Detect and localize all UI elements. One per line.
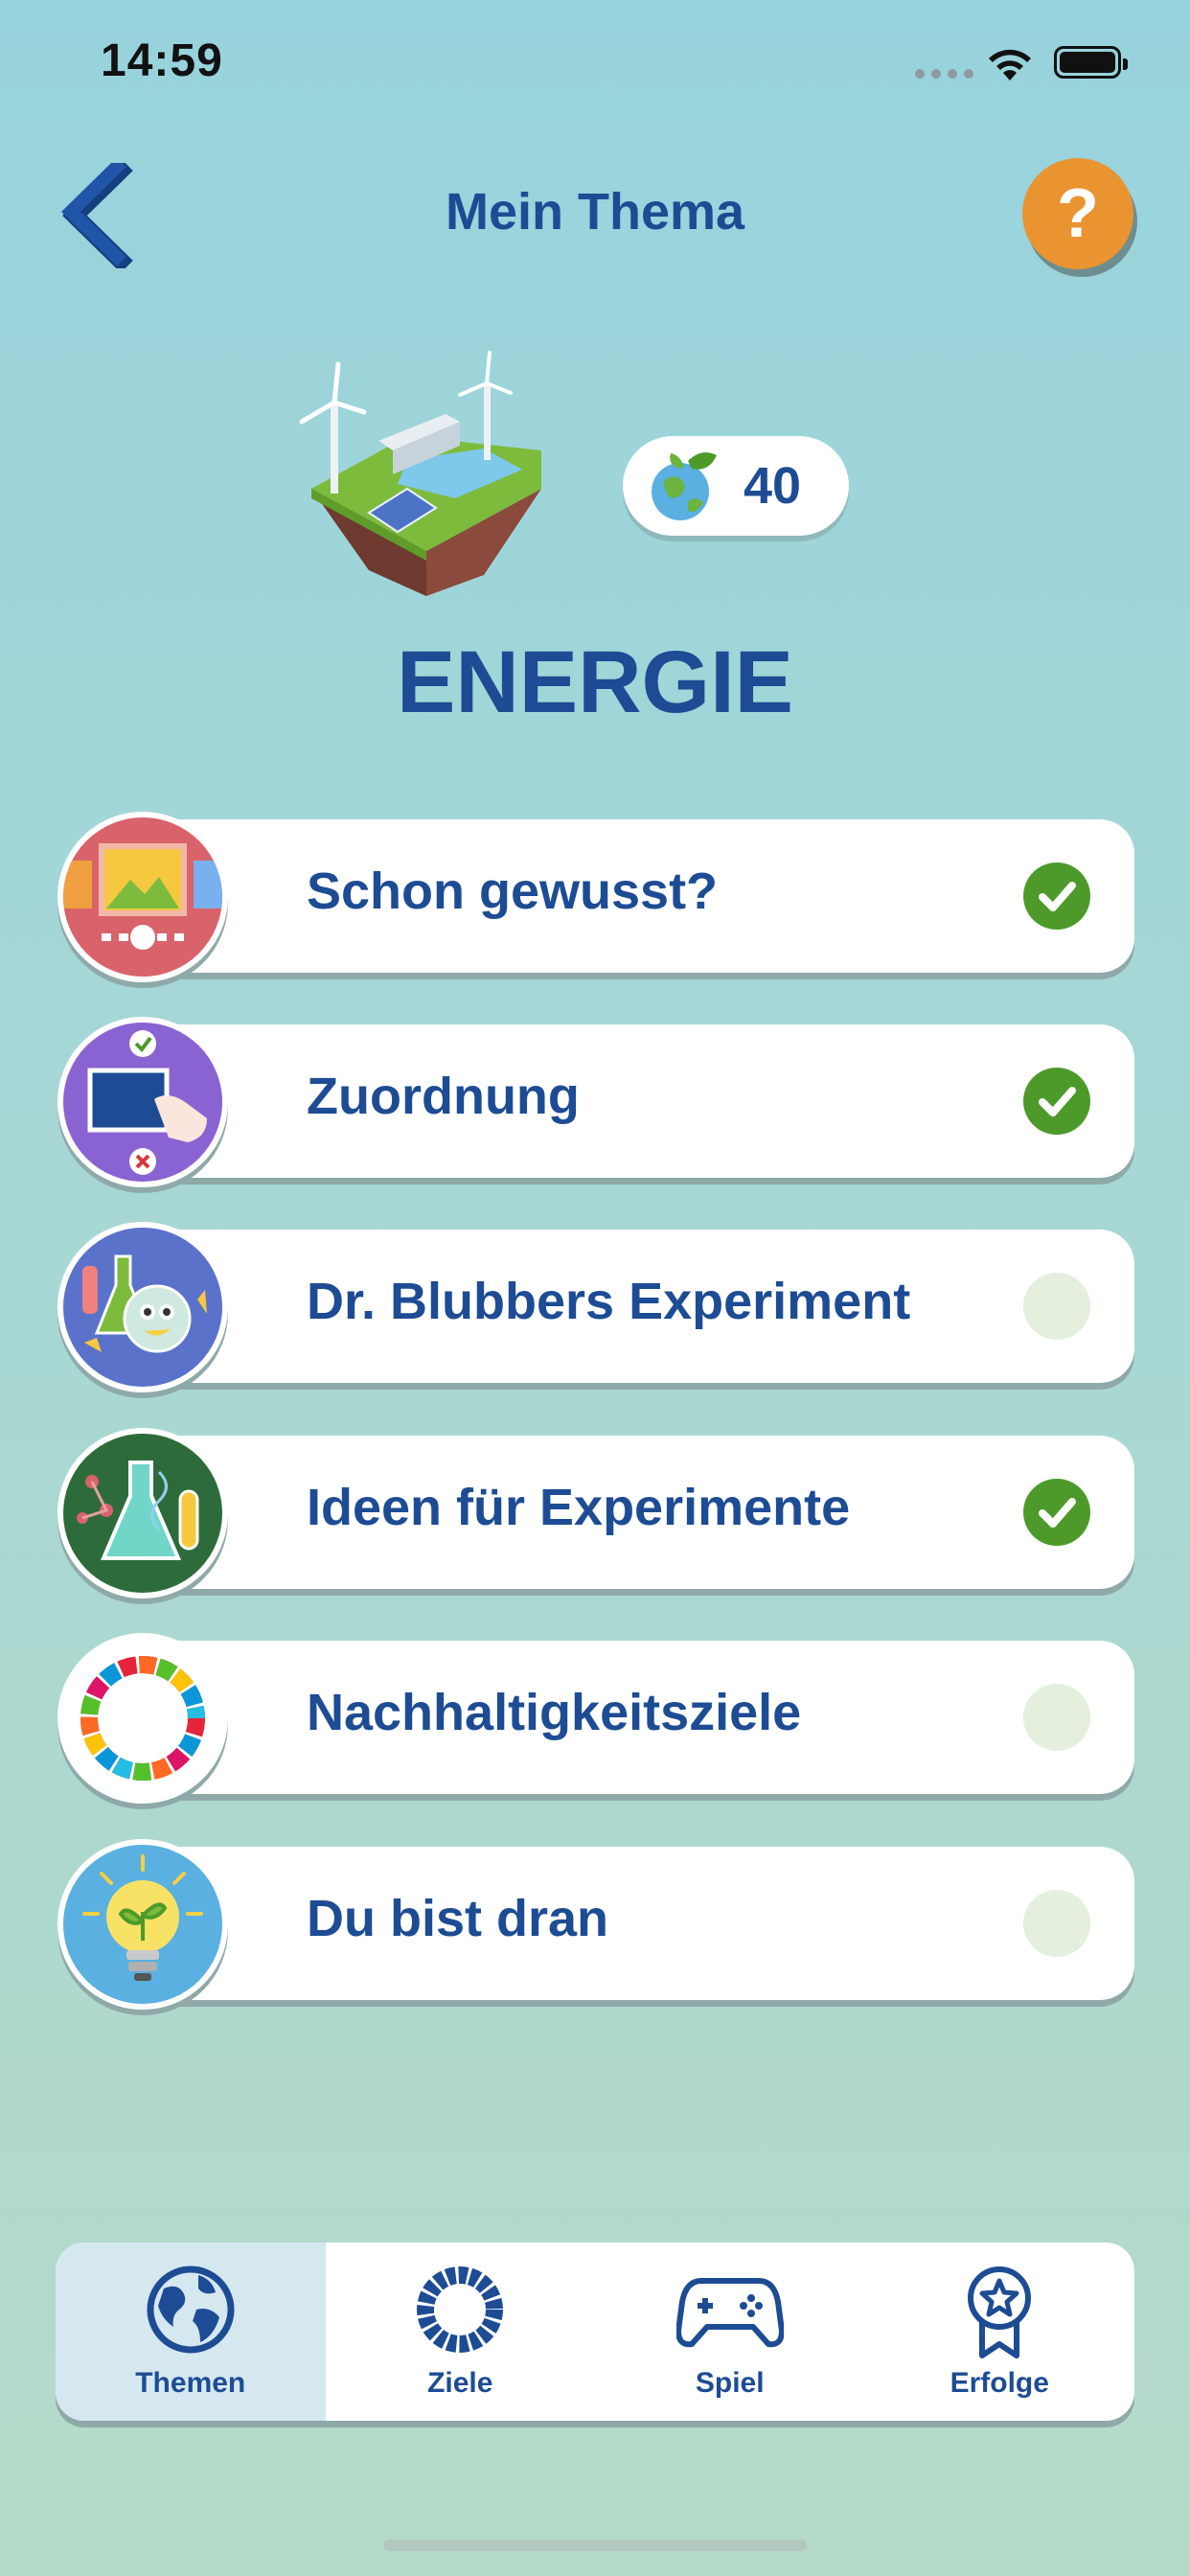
completed-check-icon xyxy=(1023,1068,1090,1135)
help-label: ? xyxy=(1057,175,1099,252)
sdg-wheel-icon xyxy=(57,1633,228,1804)
activity-zuordnung[interactable]: Zuordnung xyxy=(57,1017,1134,1189)
bottom-tab-bar: Themen Ziele Spiel Erfolge xyxy=(56,2242,1134,2421)
activity-card[interactable]: Nachhaltigkeitsziele xyxy=(144,1641,1134,1794)
tab-label: Erfolge xyxy=(950,2367,1049,2399)
matching-drag-icon xyxy=(57,1017,228,1187)
signal-icon xyxy=(915,69,973,79)
lightbulb-plant-icon xyxy=(57,1839,228,2010)
slideshow-icon xyxy=(57,812,228,982)
activity-nachhaltigkeitsziele[interactable]: Nachhaltigkeitsziele xyxy=(57,1633,1134,1806)
tab-label: Spiel xyxy=(695,2367,765,2399)
activity-label: Ideen für Experimente xyxy=(307,1479,851,1536)
activity-label: Zuordnung xyxy=(307,1068,580,1125)
battery-icon xyxy=(1054,46,1128,79)
tab-label: Ziele xyxy=(427,2367,493,2399)
activity-card[interactable]: Schon gewusst? xyxy=(144,819,1134,973)
completed-check-icon xyxy=(1023,1479,1090,1546)
flask-dna-icon xyxy=(57,1428,228,1598)
activity-ideen-fuer-experimente[interactable]: Ideen für Experimente xyxy=(57,1428,1134,1600)
completed-check-icon xyxy=(1023,862,1090,930)
activity-label: Schon gewusst? xyxy=(307,862,719,920)
tab-ziele[interactable]: Ziele xyxy=(326,2242,596,2421)
score-badge: 40 xyxy=(623,436,849,536)
activity-card[interactable]: Dr. Blubbers Experiment xyxy=(144,1230,1134,1383)
wifi-icon xyxy=(989,49,1031,80)
award-icon xyxy=(968,2266,1032,2358)
activity-card[interactable]: Du bist dran xyxy=(144,1847,1134,2000)
activity-du-bist-dran[interactable]: Du bist dran xyxy=(57,1839,1134,2012)
pending-status-icon xyxy=(1023,1890,1090,1957)
status-bar: 14:59 xyxy=(0,0,1190,125)
tab-erfolge[interactable]: Erfolge xyxy=(865,2242,1135,2421)
pending-status-icon xyxy=(1023,1273,1090,1340)
activity-label: Dr. Blubbers Experiment xyxy=(307,1273,911,1330)
pending-status-icon xyxy=(1023,1684,1090,1751)
tab-themen[interactable]: Themen xyxy=(56,2242,326,2421)
energy-island-illustration xyxy=(299,351,541,596)
status-time: 14:59 xyxy=(101,35,223,86)
score-value: 40 xyxy=(744,457,802,515)
activity-card[interactable]: Zuordnung xyxy=(144,1024,1134,1178)
activity-dr-blubbers-experiment[interactable]: Dr. Blubbers Experiment xyxy=(57,1222,1134,1394)
tab-label: Themen xyxy=(135,2367,246,2399)
topic-title: ENERGIE xyxy=(396,633,794,731)
activity-label: Du bist dran xyxy=(307,1890,609,1947)
activity-label: Nachhaltigkeitsziele xyxy=(307,1684,802,1741)
globe-icon xyxy=(147,2266,235,2354)
lab-character-icon xyxy=(57,1222,228,1392)
goals-wheel-icon xyxy=(417,2266,504,2353)
gamepad-icon xyxy=(675,2278,784,2348)
activity-card[interactable]: Ideen für Experimente xyxy=(144,1436,1134,1589)
tab-spiel[interactable]: Spiel xyxy=(595,2242,865,2421)
help-button[interactable]: ? xyxy=(1022,158,1133,269)
home-indicator xyxy=(383,2540,807,2551)
activity-schon-gewusst[interactable]: Schon gewusst? xyxy=(57,812,1134,984)
eco-globe-icon xyxy=(652,452,717,520)
page-title: Mein Thema xyxy=(445,183,745,241)
